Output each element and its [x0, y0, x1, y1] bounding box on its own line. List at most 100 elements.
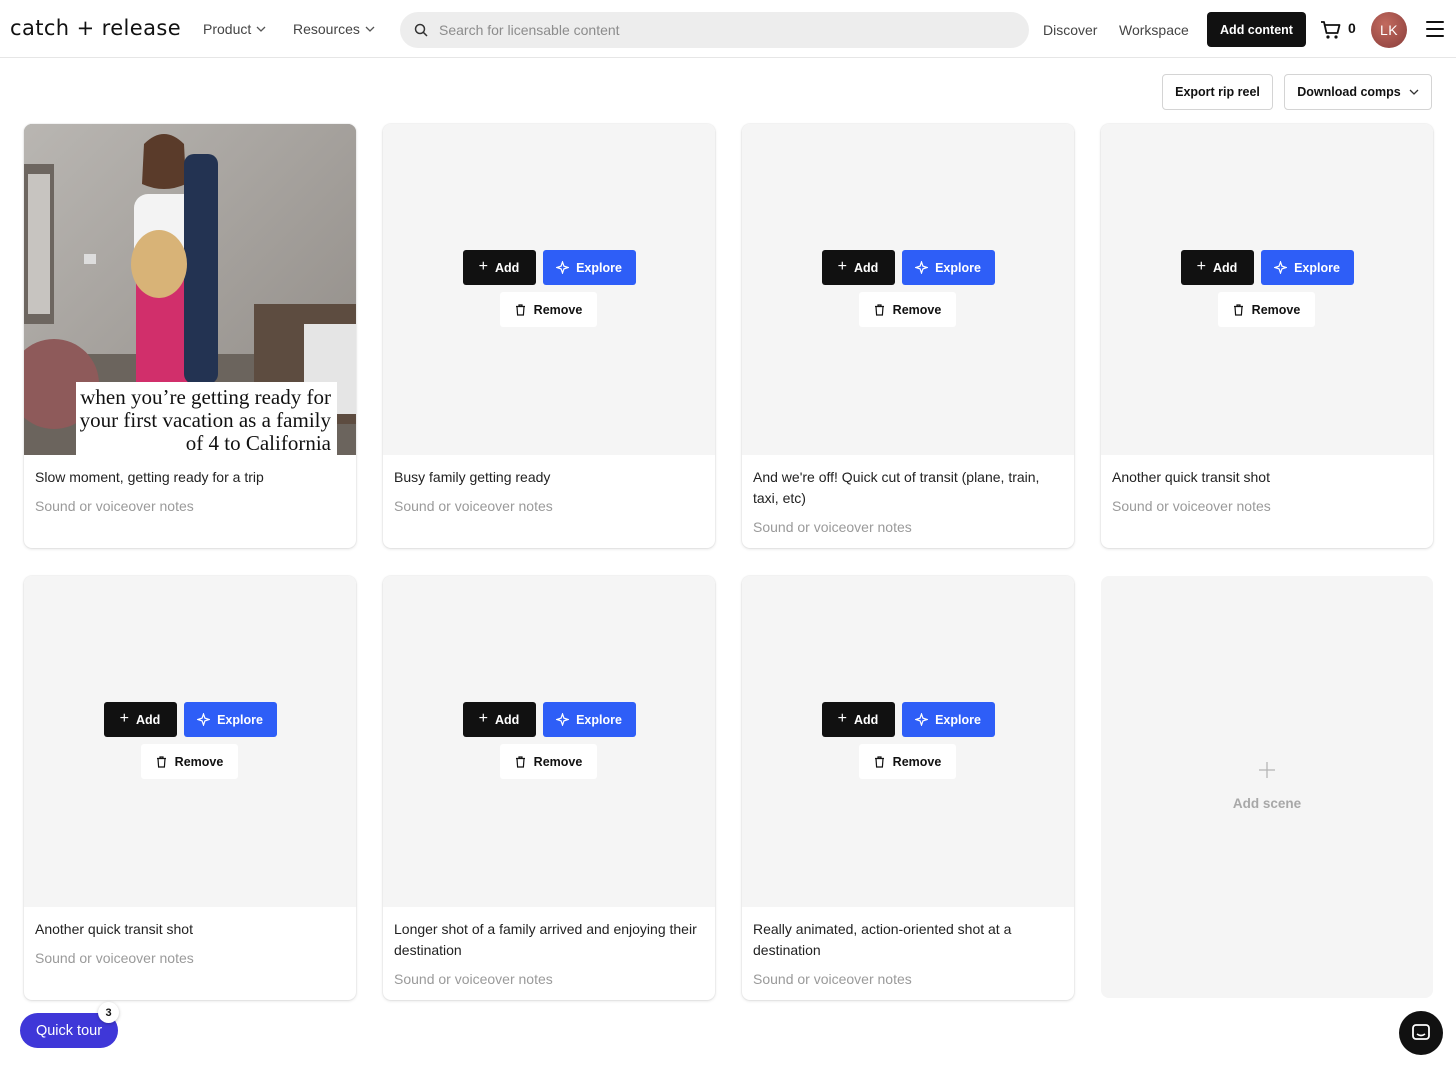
explore-button[interactable]: Explore	[183, 702, 277, 737]
trash-icon	[515, 303, 525, 316]
sparkle-icon	[915, 713, 929, 726]
download-comps-label: Download comps	[1297, 85, 1401, 99]
scene-card: + Add Explore Remove Another quick transi…	[24, 576, 356, 1000]
add-clip-button[interactable]: + Add	[1180, 250, 1254, 285]
scene-card: + Add Explore Remove Busy family getting …	[383, 124, 715, 548]
explore-button[interactable]: Explore	[901, 702, 995, 737]
scene-description[interactable]: Busy family getting ready	[394, 467, 704, 488]
product-menu-label: Product	[203, 21, 252, 37]
scene-description[interactable]: Longer shot of a family arrived and enjo…	[394, 919, 704, 961]
scene-notes[interactable]: Sound or voiceover notes	[35, 948, 345, 969]
hamburger-icon[interactable]	[1426, 21, 1444, 37]
logo[interactable]: catch + release	[10, 16, 181, 40]
thumbnail-caption: when you’re getting ready for your first…	[76, 382, 337, 455]
chat-launcher[interactable]	[1399, 1011, 1443, 1055]
plus-icon	[1259, 762, 1275, 778]
plus-icon: +	[119, 709, 130, 727]
chevron-down-icon	[365, 26, 375, 32]
remove-label: Remove	[533, 302, 583, 317]
plus-icon: +	[478, 709, 489, 727]
plus-icon: +	[478, 257, 489, 275]
search-bar	[400, 12, 1029, 48]
scene-description[interactable]: Another quick transit shot	[35, 919, 345, 940]
remove-label: Remove	[1251, 302, 1301, 317]
resources-menu-label: Resources	[293, 21, 360, 37]
export-rip-reel-label: Export rip reel	[1175, 85, 1260, 99]
scene-placeholder: + Add Explore Remove	[1101, 124, 1433, 455]
avatar[interactable]: LK	[1371, 12, 1407, 48]
trash-icon	[874, 303, 884, 316]
scene-description[interactable]: Slow moment, getting ready for a trip	[35, 467, 345, 488]
scene-card: when you’re getting ready for your first…	[24, 124, 356, 548]
explore-label: Explore	[935, 260, 981, 275]
top-nav: catch + release Product Resources Discov…	[0, 0, 1456, 58]
add-clip-button[interactable]: + Add	[821, 702, 895, 737]
scene-description[interactable]: Really animated, action-oriented shot at…	[753, 919, 1063, 961]
remove-button[interactable]: Remove	[141, 744, 238, 779]
add-label: Add	[136, 712, 161, 727]
download-comps-button[interactable]: Download comps	[1284, 74, 1432, 110]
scene-notes[interactable]: Sound or voiceover notes	[394, 496, 704, 517]
quick-tour-badge: 3	[98, 1002, 119, 1023]
chevron-down-icon	[256, 26, 266, 32]
remove-label: Remove	[892, 302, 942, 317]
add-content-button[interactable]: Add content	[1207, 12, 1306, 47]
sparkle-icon	[556, 713, 570, 726]
workspace-link[interactable]: Workspace	[1119, 22, 1189, 38]
add-clip-button[interactable]: + Add	[103, 702, 177, 737]
explore-button[interactable]: Explore	[901, 250, 995, 285]
scene-placeholder: + Add Explore Remove	[383, 124, 715, 455]
remove-button[interactable]: Remove	[859, 292, 956, 327]
trash-icon	[874, 755, 884, 768]
add-scene-card[interactable]: Add scene	[1101, 576, 1433, 998]
explore-button[interactable]: Explore	[1260, 250, 1354, 285]
remove-button[interactable]: Remove	[500, 744, 597, 779]
scene-placeholder: + Add Explore Remove	[742, 576, 1074, 907]
scene-thumbnail[interactable]: when you’re getting ready for your first…	[24, 124, 356, 455]
search-input[interactable]	[439, 22, 999, 38]
scene-notes[interactable]: Sound or voiceover notes	[753, 969, 1063, 990]
add-clip-button[interactable]: + Add	[462, 250, 536, 285]
trash-icon	[515, 755, 525, 768]
scene-card: + Add Explore Remove Longer shot of a fam…	[383, 576, 715, 1000]
add-label: Add	[495, 712, 520, 727]
remove-button[interactable]: Remove	[1218, 292, 1315, 327]
explore-label: Explore	[217, 712, 263, 727]
resources-menu[interactable]: Resources	[293, 21, 375, 37]
plus-icon: +	[837, 257, 848, 275]
cart-count: 0	[1348, 20, 1356, 36]
plus-icon: +	[1196, 257, 1207, 275]
scene-card: + Add Explore Remove And we're off! Quick…	[742, 124, 1074, 548]
scene-description[interactable]: Another quick transit shot	[1112, 467, 1422, 488]
explore-button[interactable]: Explore	[542, 702, 636, 737]
cart-icon[interactable]	[1320, 19, 1342, 41]
product-menu[interactable]: Product	[203, 21, 266, 37]
remove-button[interactable]: Remove	[859, 744, 956, 779]
add-label: Add	[854, 260, 879, 275]
scene-notes[interactable]: Sound or voiceover notes	[753, 517, 1063, 538]
sparkle-icon	[1274, 261, 1288, 274]
sparkle-icon	[197, 713, 211, 726]
remove-label: Remove	[174, 754, 224, 769]
sparkle-icon	[915, 261, 929, 274]
remove-button[interactable]: Remove	[500, 292, 597, 327]
explore-label: Explore	[935, 712, 981, 727]
trash-icon	[156, 755, 166, 768]
explore-label: Explore	[576, 712, 622, 727]
scene-notes[interactable]: Sound or voiceover notes	[394, 969, 704, 990]
explore-button[interactable]: Explore	[542, 250, 636, 285]
scene-placeholder: + Add Explore Remove	[383, 576, 715, 907]
export-rip-reel-button[interactable]: Export rip reel	[1162, 74, 1273, 110]
search-icon	[414, 23, 428, 37]
discover-link[interactable]: Discover	[1043, 22, 1097, 38]
scene-notes[interactable]: Sound or voiceover notes	[35, 496, 345, 517]
add-clip-button[interactable]: + Add	[462, 702, 536, 737]
remove-label: Remove	[892, 754, 942, 769]
scene-placeholder: + Add Explore Remove	[24, 576, 356, 907]
scene-placeholder: + Add Explore Remove	[742, 124, 1074, 455]
trash-icon	[1233, 303, 1243, 316]
add-clip-button[interactable]: + Add	[821, 250, 895, 285]
scene-notes[interactable]: Sound or voiceover notes	[1112, 496, 1422, 517]
scene-description[interactable]: And we're off! Quick cut of transit (pla…	[753, 467, 1063, 509]
chevron-down-icon	[1409, 89, 1419, 95]
